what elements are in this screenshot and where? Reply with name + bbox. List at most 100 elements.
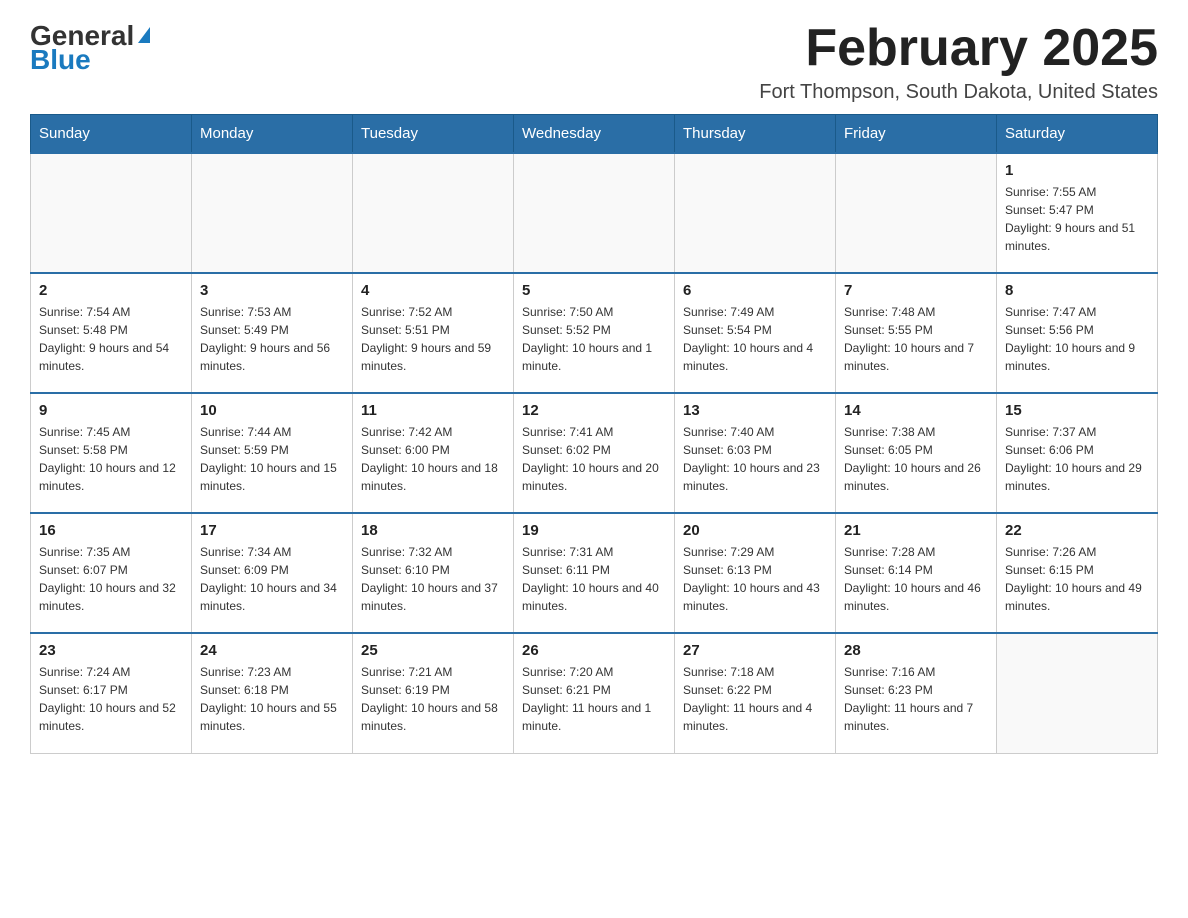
calendar-cell-w4-d6: 21Sunrise: 7:28 AM Sunset: 6:14 PM Dayli…: [836, 513, 997, 633]
calendar-week-5: 23Sunrise: 7:24 AM Sunset: 6:17 PM Dayli…: [31, 633, 1158, 753]
calendar-cell-w5-d1: 23Sunrise: 7:24 AM Sunset: 6:17 PM Dayli…: [31, 633, 192, 753]
month-title: February 2025: [759, 20, 1158, 77]
day-number: 10: [200, 402, 344, 419]
day-info: Sunrise: 7:35 AM Sunset: 6:07 PM Dayligh…: [39, 543, 183, 615]
day-info: Sunrise: 7:32 AM Sunset: 6:10 PM Dayligh…: [361, 543, 505, 615]
calendar-cell-w5-d2: 24 Sunrise: 7:23 AM Sunset: 6:18 PM Dayli…: [192, 633, 353, 753]
calendar-week-1: 1 Sunrise: 7:55 AM Sunset: 5:47 PM Daylig…: [31, 153, 1158, 273]
day-number: 11: [361, 402, 505, 419]
calendar-week-3: 9Sunrise: 7:45 AM Sunset: 5:58 PM Daylig…: [31, 393, 1158, 513]
logo-triangle-icon: [138, 27, 150, 43]
calendar-cell-w4-d7: 22Sunrise: 7:26 AM Sunset: 6:15 PM Dayli…: [997, 513, 1158, 633]
day-info: Sunrise: 7:50 AM Sunset: 5:52 PM Dayligh…: [522, 303, 666, 375]
calendar-cell-w4-d1: 16 Sunrise: 7:35 AM Sunset: 6:07 PM Dayli…: [31, 513, 192, 633]
day-number: 25: [361, 642, 505, 659]
day-number: 4: [361, 282, 505, 299]
calendar-cell-w4-d3: 18 Sunrise: 7:32 AM Sunset: 6:10 PM Dayli…: [353, 513, 514, 633]
calendar-cell-w3-d5: 13 Sunrise: 7:40 AM Sunset: 6:03 PM Dayli…: [675, 393, 836, 513]
calendar-cell-w5-d4: 26 Sunrise: 7:20 AM Sunset: 6:21 PM Dayli…: [514, 633, 675, 753]
calendar-cell-w1-d1: [31, 153, 192, 273]
day-number: 5: [522, 282, 666, 299]
calendar-week-2: 2 Sunrise: 7:54 AM Sunset: 5:48 PM Daylig…: [31, 273, 1158, 393]
day-number: 22: [1005, 522, 1149, 539]
calendar-cell-w4-d5: 20Sunrise: 7:29 AM Sunset: 6:13 PM Dayli…: [675, 513, 836, 633]
calendar-cell-w1-d5: [675, 153, 836, 273]
header-sunday: Sunday: [31, 115, 192, 154]
day-info: Sunrise: 7:42 AM Sunset: 6:00 PM Dayligh…: [361, 423, 505, 495]
day-number: 27: [683, 642, 827, 659]
calendar-cell-w1-d7: 1 Sunrise: 7:55 AM Sunset: 5:47 PM Daylig…: [997, 153, 1158, 273]
day-info: Sunrise: 7:49 AM Sunset: 5:54 PM Dayligh…: [683, 303, 827, 375]
day-info: Sunrise: 7:45 AM Sunset: 5:58 PM Dayligh…: [39, 423, 183, 495]
location-subtitle: Fort Thompson, South Dakota, United Stat…: [759, 81, 1158, 104]
day-info: Sunrise: 7:54 AM Sunset: 5:48 PM Dayligh…: [39, 303, 183, 375]
day-info: Sunrise: 7:55 AM Sunset: 5:47 PM Dayligh…: [1005, 183, 1149, 255]
day-info: Sunrise: 7:47 AM Sunset: 5:56 PM Dayligh…: [1005, 303, 1149, 375]
calendar-cell-w1-d4: [514, 153, 675, 273]
calendar-cell-w3-d7: 15 Sunrise: 7:37 AM Sunset: 6:06 PM Dayli…: [997, 393, 1158, 513]
day-info: Sunrise: 7:18 AM Sunset: 6:22 PM Dayligh…: [683, 663, 827, 735]
title-section: February 2025 Fort Thompson, South Dakot…: [759, 20, 1158, 104]
calendar-cell-w2-d6: 7 Sunrise: 7:48 AM Sunset: 5:55 PM Daylig…: [836, 273, 997, 393]
calendar-cell-w5-d3: 25 Sunrise: 7:21 AM Sunset: 6:19 PM Dayli…: [353, 633, 514, 753]
day-info: Sunrise: 7:48 AM Sunset: 5:55 PM Dayligh…: [844, 303, 988, 375]
day-number: 18: [361, 522, 505, 539]
day-number: 8: [1005, 282, 1149, 299]
day-number: 21: [844, 522, 988, 539]
day-number: 3: [200, 282, 344, 299]
calendar-cell-w2-d4: 5 Sunrise: 7:50 AM Sunset: 5:52 PM Daylig…: [514, 273, 675, 393]
day-number: 20: [683, 522, 827, 539]
calendar-cell-w5-d5: 27 Sunrise: 7:18 AM Sunset: 6:22 PM Dayli…: [675, 633, 836, 753]
calendar-cell-w3-d3: 11 Sunrise: 7:42 AM Sunset: 6:00 PM Dayli…: [353, 393, 514, 513]
day-info: Sunrise: 7:40 AM Sunset: 6:03 PM Dayligh…: [683, 423, 827, 495]
calendar-cell-w2-d1: 2 Sunrise: 7:54 AM Sunset: 5:48 PM Daylig…: [31, 273, 192, 393]
calendar-cell-w5-d6: 28 Sunrise: 7:16 AM Sunset: 6:23 PM Dayli…: [836, 633, 997, 753]
day-number: 19: [522, 522, 666, 539]
calendar-cell-w2-d2: 3 Sunrise: 7:53 AM Sunset: 5:49 PM Daylig…: [192, 273, 353, 393]
day-info: Sunrise: 7:52 AM Sunset: 5:51 PM Dayligh…: [361, 303, 505, 375]
day-number: 1: [1005, 162, 1149, 179]
day-number: 24: [200, 642, 344, 659]
day-info: Sunrise: 7:20 AM Sunset: 6:21 PM Dayligh…: [522, 663, 666, 735]
header-thursday: Thursday: [675, 115, 836, 154]
calendar-cell-w4-d2: 17 Sunrise: 7:34 AM Sunset: 6:09 PM Dayli…: [192, 513, 353, 633]
calendar-table: SundayMondayTuesdayWednesdayThursdayFrid…: [30, 114, 1158, 754]
calendar-cell-w2-d5: 6 Sunrise: 7:49 AM Sunset: 5:54 PM Daylig…: [675, 273, 836, 393]
day-info: Sunrise: 7:34 AM Sunset: 6:09 PM Dayligh…: [200, 543, 344, 615]
calendar-cell-w1-d3: [353, 153, 514, 273]
day-info: Sunrise: 7:31 AM Sunset: 6:11 PM Dayligh…: [522, 543, 666, 615]
logo-blue: Blue: [30, 44, 91, 76]
calendar-cell-w3-d6: 14Sunrise: 7:38 AM Sunset: 6:05 PM Dayli…: [836, 393, 997, 513]
page-header: General Blue February 2025 Fort Thompson…: [30, 20, 1158, 104]
day-number: 16: [39, 522, 183, 539]
day-number: 6: [683, 282, 827, 299]
day-info: Sunrise: 7:53 AM Sunset: 5:49 PM Dayligh…: [200, 303, 344, 375]
day-info: Sunrise: 7:38 AM Sunset: 6:05 PM Dayligh…: [844, 423, 988, 495]
calendar-header-row: SundayMondayTuesdayWednesdayThursdayFrid…: [31, 115, 1158, 154]
day-number: 28: [844, 642, 988, 659]
day-number: 12: [522, 402, 666, 419]
day-number: 2: [39, 282, 183, 299]
logo: General Blue: [30, 20, 150, 76]
day-number: 17: [200, 522, 344, 539]
day-info: Sunrise: 7:23 AM Sunset: 6:18 PM Dayligh…: [200, 663, 344, 735]
header-tuesday: Tuesday: [353, 115, 514, 154]
calendar-cell-w3-d4: 12Sunrise: 7:41 AM Sunset: 6:02 PM Dayli…: [514, 393, 675, 513]
day-number: 26: [522, 642, 666, 659]
day-number: 13: [683, 402, 827, 419]
calendar-cell-w3-d1: 9Sunrise: 7:45 AM Sunset: 5:58 PM Daylig…: [31, 393, 192, 513]
calendar-cell-w4-d4: 19 Sunrise: 7:31 AM Sunset: 6:11 PM Dayli…: [514, 513, 675, 633]
header-friday: Friday: [836, 115, 997, 154]
header-saturday: Saturday: [997, 115, 1158, 154]
day-info: Sunrise: 7:16 AM Sunset: 6:23 PM Dayligh…: [844, 663, 988, 735]
calendar-cell-w5-d7: [997, 633, 1158, 753]
calendar-cell-w3-d2: 10Sunrise: 7:44 AM Sunset: 5:59 PM Dayli…: [192, 393, 353, 513]
day-number: 23: [39, 642, 183, 659]
calendar-cell-w2-d3: 4 Sunrise: 7:52 AM Sunset: 5:51 PM Daylig…: [353, 273, 514, 393]
day-info: Sunrise: 7:37 AM Sunset: 6:06 PM Dayligh…: [1005, 423, 1149, 495]
calendar-cell-w2-d7: 8 Sunrise: 7:47 AM Sunset: 5:56 PM Daylig…: [997, 273, 1158, 393]
day-number: 15: [1005, 402, 1149, 419]
calendar-cell-w1-d6: [836, 153, 997, 273]
day-number: 7: [844, 282, 988, 299]
day-info: Sunrise: 7:21 AM Sunset: 6:19 PM Dayligh…: [361, 663, 505, 735]
